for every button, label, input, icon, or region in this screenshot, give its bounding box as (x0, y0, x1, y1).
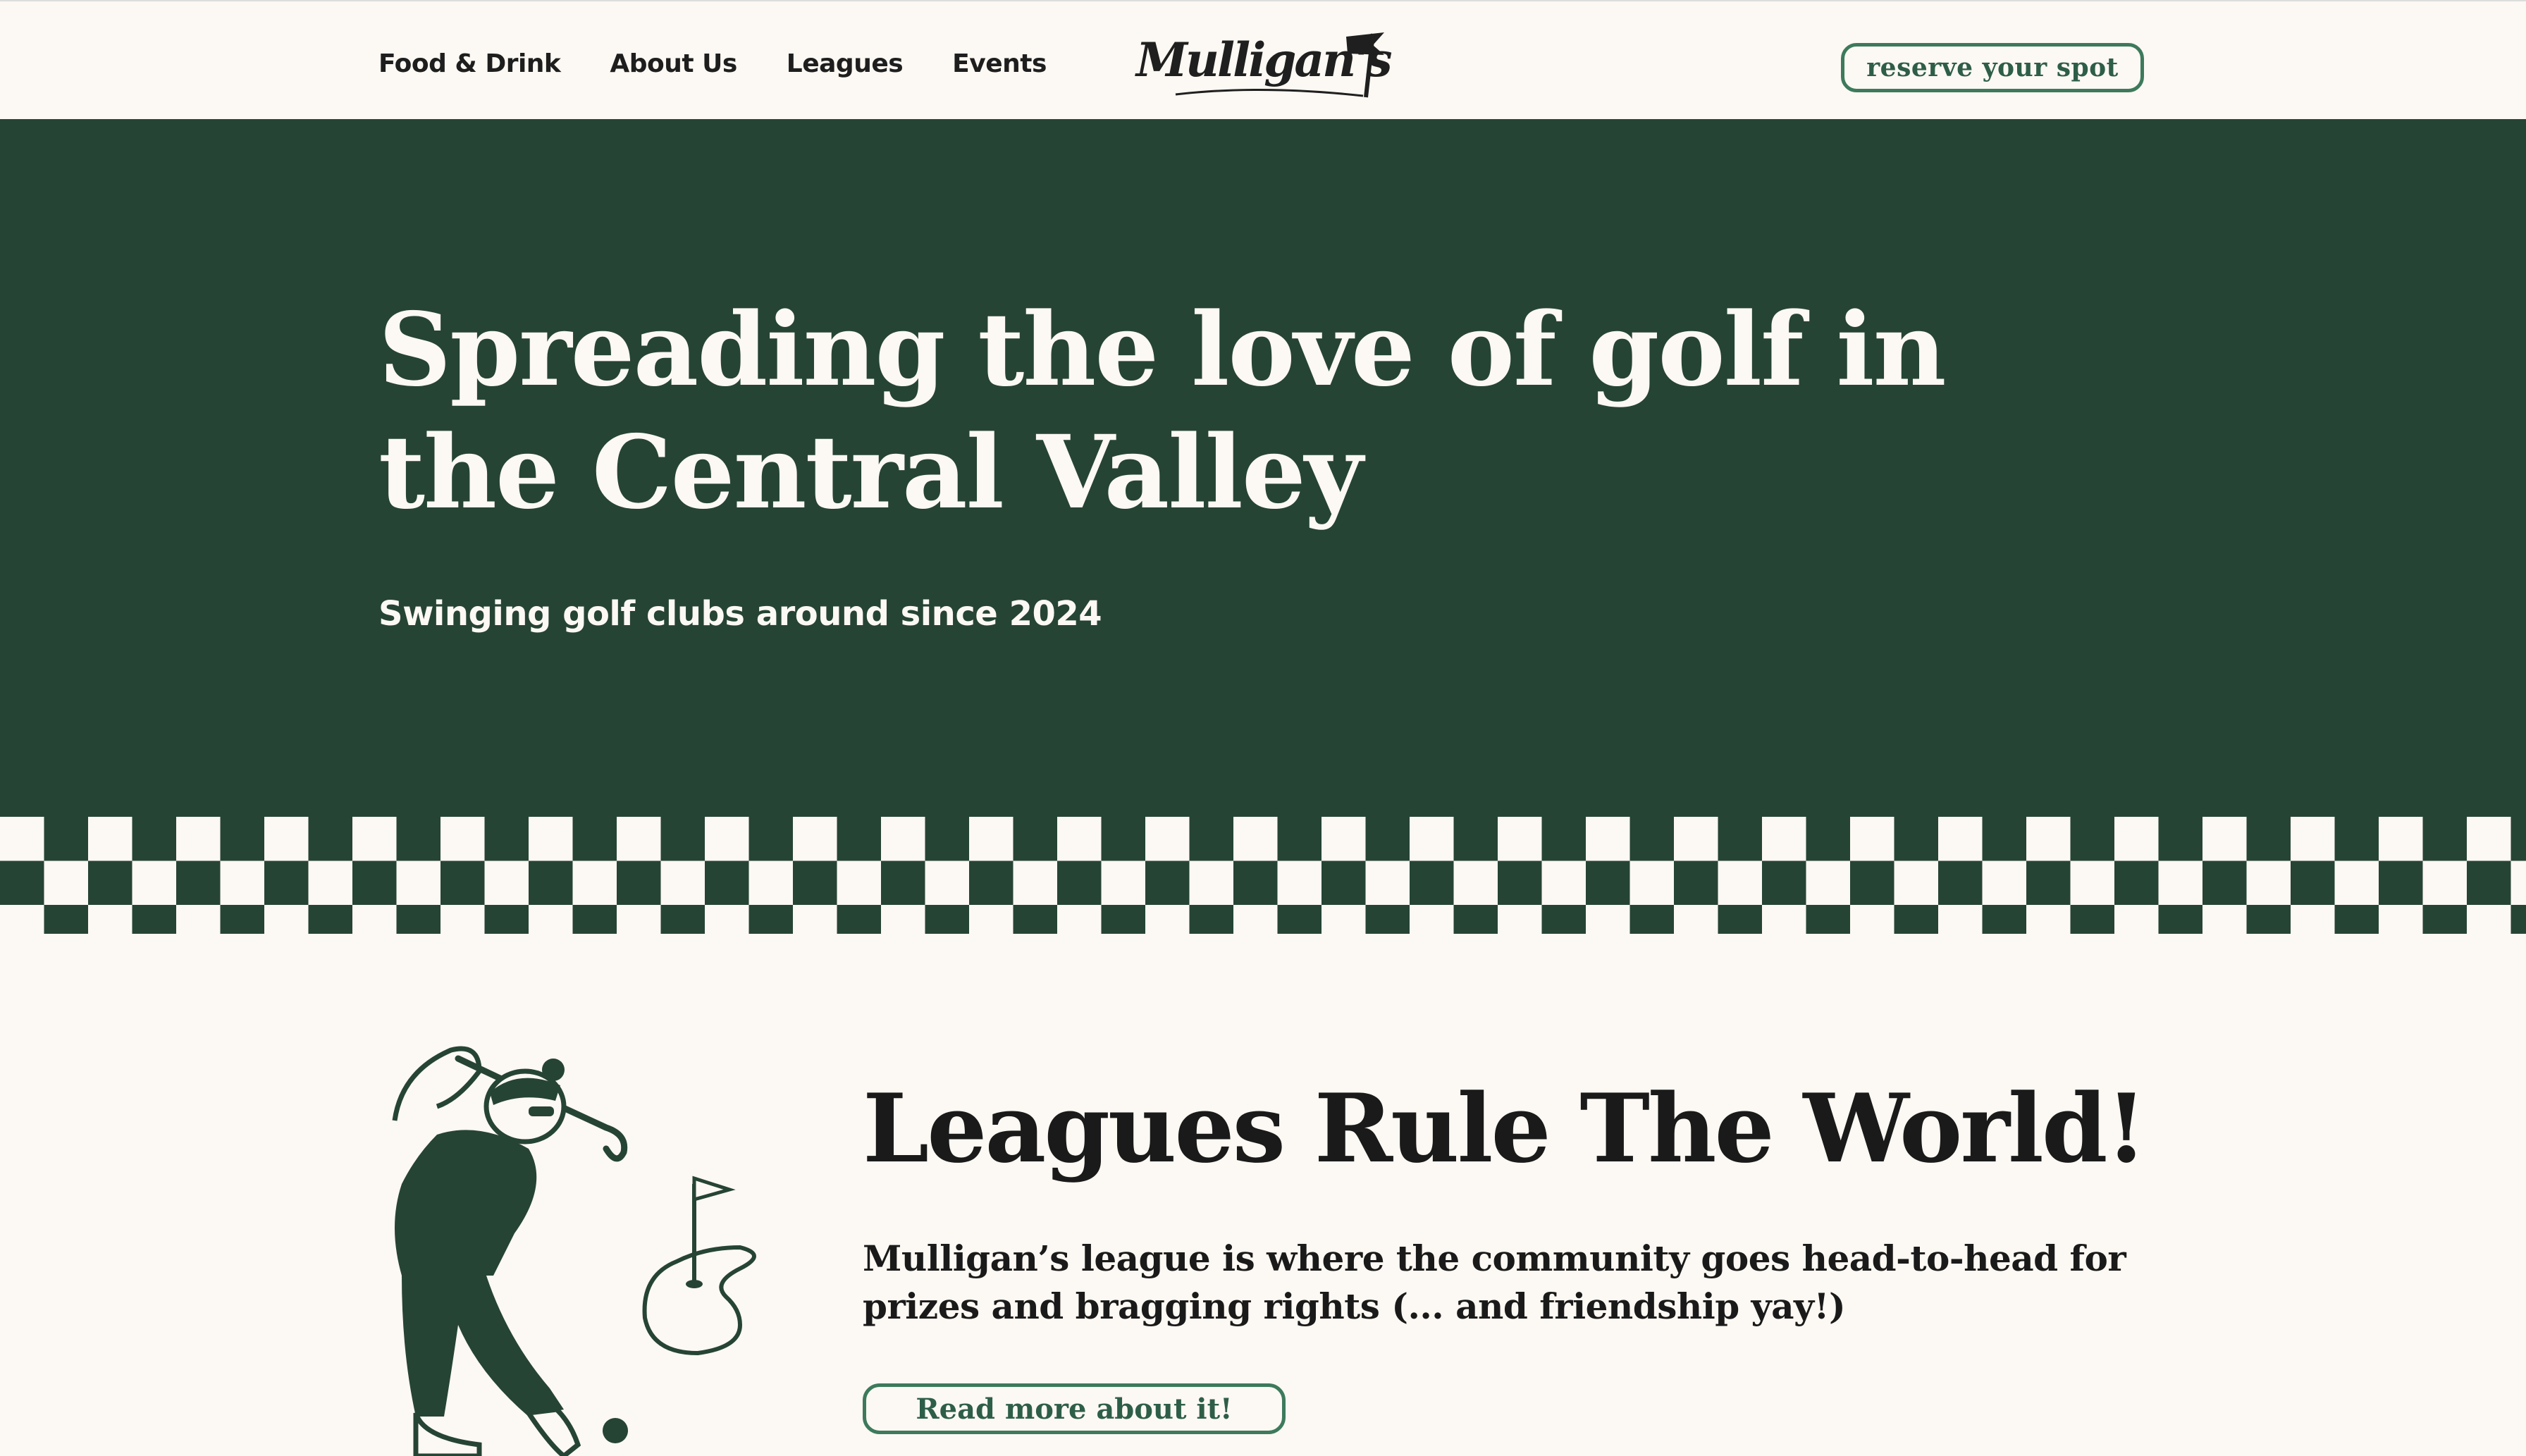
golf-flag-icon (642, 1176, 756, 1356)
hero-subtitle: Swinging golf clubs around since 2024 (378, 594, 1102, 634)
top-navigation: Food & Drink About Us Leagues Events Mul… (0, 1, 2526, 119)
hero-section: Spreading the love of golf in the Centra… (0, 119, 2526, 817)
nav-link-events[interactable]: Events (952, 49, 1047, 78)
league-description: Mulligan’s league is where the community… (863, 1238, 2126, 1327)
nav-link-leagues[interactable]: Leagues (787, 49, 904, 78)
logo-flag-icon (1175, 32, 1384, 98)
golfer-swing-illustration (392, 1046, 756, 1456)
league-title: Leagues Rule The World! (863, 1073, 2147, 1184)
nav-link-about-us[interactable]: About Us (610, 49, 737, 78)
checkered-divider (0, 817, 2526, 934)
nav-links: Food & Drink About Us Leagues Events (378, 49, 1096, 78)
logo[interactable]: Mulligan's (1133, 27, 1393, 109)
reserve-spot-button[interactable]: reserve your spot (1841, 43, 2144, 92)
golf-ball-icon (603, 1418, 628, 1443)
read-more-button[interactable]: Read more about it! (863, 1383, 1286, 1434)
hero-title: Spreading the love of golf in the Centra… (378, 290, 1947, 531)
nav-link-food-drink[interactable]: Food & Drink (378, 49, 561, 78)
